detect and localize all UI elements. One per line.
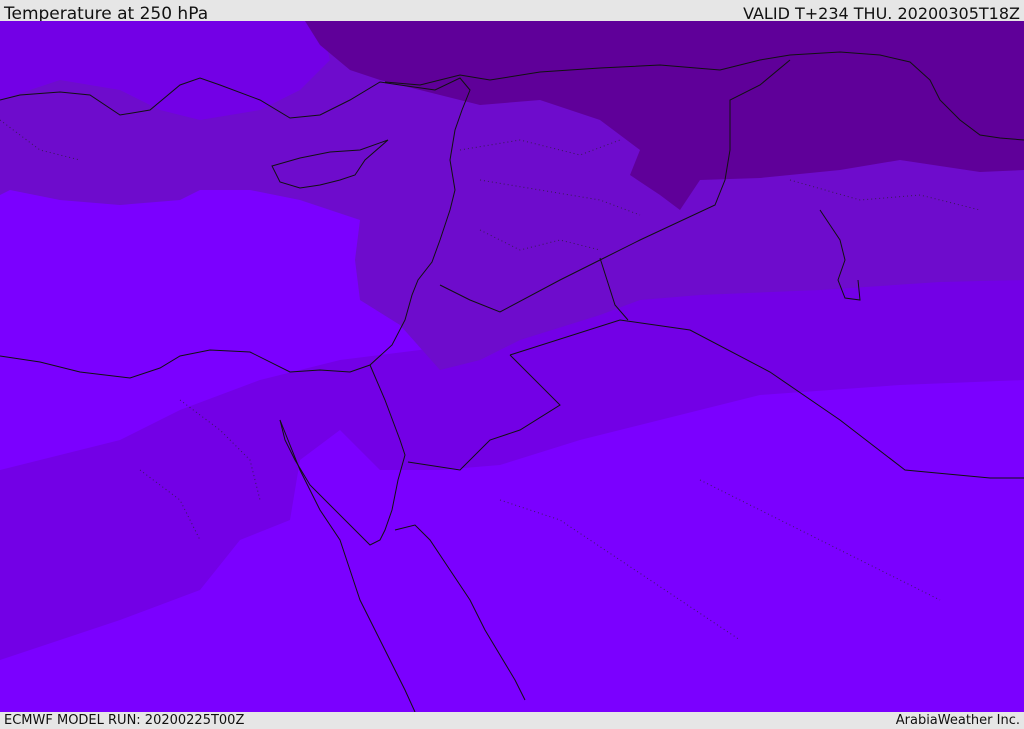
temperature-map[interactable] xyxy=(0,21,1024,712)
map-footer: ECMWF MODEL RUN: 20200225T00Z ArabiaWeat… xyxy=(0,712,1024,729)
map-header: Temperature at 250 hPa VALID T+234 THU. … xyxy=(0,0,1024,24)
brand-label: ArabiaWeather Inc. xyxy=(895,713,1020,728)
map-canvas xyxy=(0,21,1024,712)
model-run-label: ECMWF MODEL RUN: 20200225T00Z xyxy=(4,713,245,728)
